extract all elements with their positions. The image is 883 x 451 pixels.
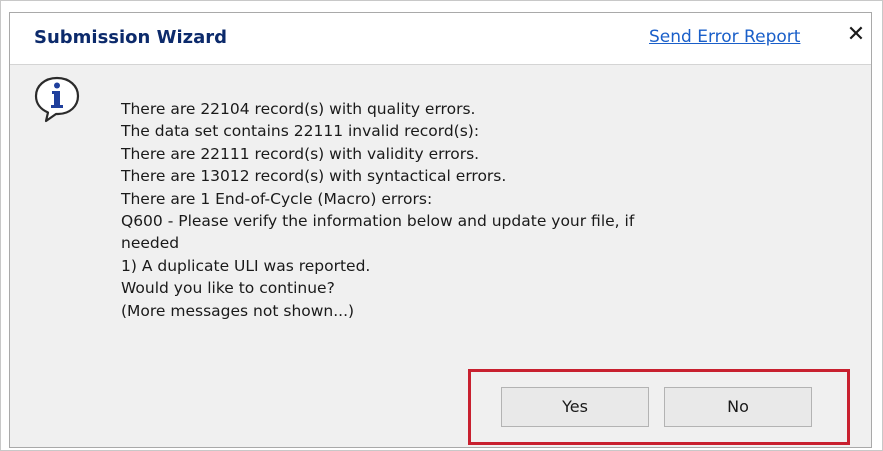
message-line: (More messages not shown...) [121,301,355,320]
info-icon [34,76,80,123]
message-line: 1) A duplicate ULI was reported. [121,256,371,275]
message-line: Q600 - Please verify the information bel… [121,212,635,231]
close-icon: ✕ [846,22,866,47]
message-line: There are 22104 record(s) with quality e… [121,100,476,118]
message-line: There are 1 End-of-Cycle (Macro) errors: [121,189,433,208]
message-line: needed [121,234,180,253]
message-line: There are 22111 record(s) with validity … [121,144,480,163]
message-line: The data set contains 22111 invalid reco… [121,122,480,141]
dialog-titlebar: Submission Wizard Send Error Report ✕ [10,13,871,65]
submission-wizard-dialog: Submission Wizard Send Error Report ✕ Th… [9,12,872,448]
close-button[interactable]: ✕ [846,23,866,47]
message-text: There are 22104 record(s) with quality e… [121,98,851,322]
message-line: There are 13012 record(s) with syntactic… [121,167,507,186]
send-error-report-link[interactable]: Send Error Report [649,27,800,47]
dialog-title: Submission Wizard [34,27,228,48]
message-line: Would you like to continue? [121,279,335,298]
yes-button[interactable]: Yes [501,387,649,427]
no-button[interactable]: No [664,387,812,427]
